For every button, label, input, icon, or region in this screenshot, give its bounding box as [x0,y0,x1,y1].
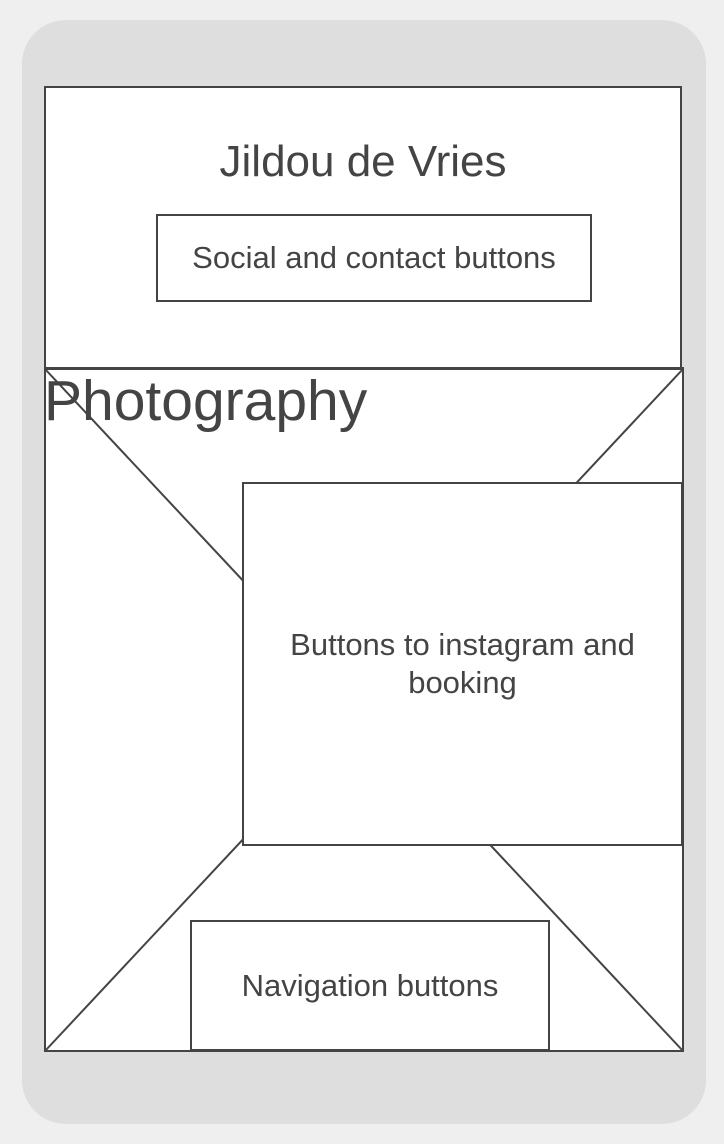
page-title: Jildou de Vries [219,137,507,186]
social-contact-buttons-label: Social and contact buttons [192,240,556,275]
social-contact-buttons-placeholder[interactable]: Social and contact buttons [156,214,592,302]
instagram-booking-buttons-placeholder[interactable]: Buttons to instagram and booking [242,482,683,846]
navigation-buttons-label: Navigation buttons [241,967,499,1003]
instagram-booking-buttons-label: Buttons to instagram and booking [290,627,635,700]
hero-image-label: Photography [44,369,368,433]
navigation-buttons-placeholder[interactable]: Navigation buttons [190,920,550,1051]
